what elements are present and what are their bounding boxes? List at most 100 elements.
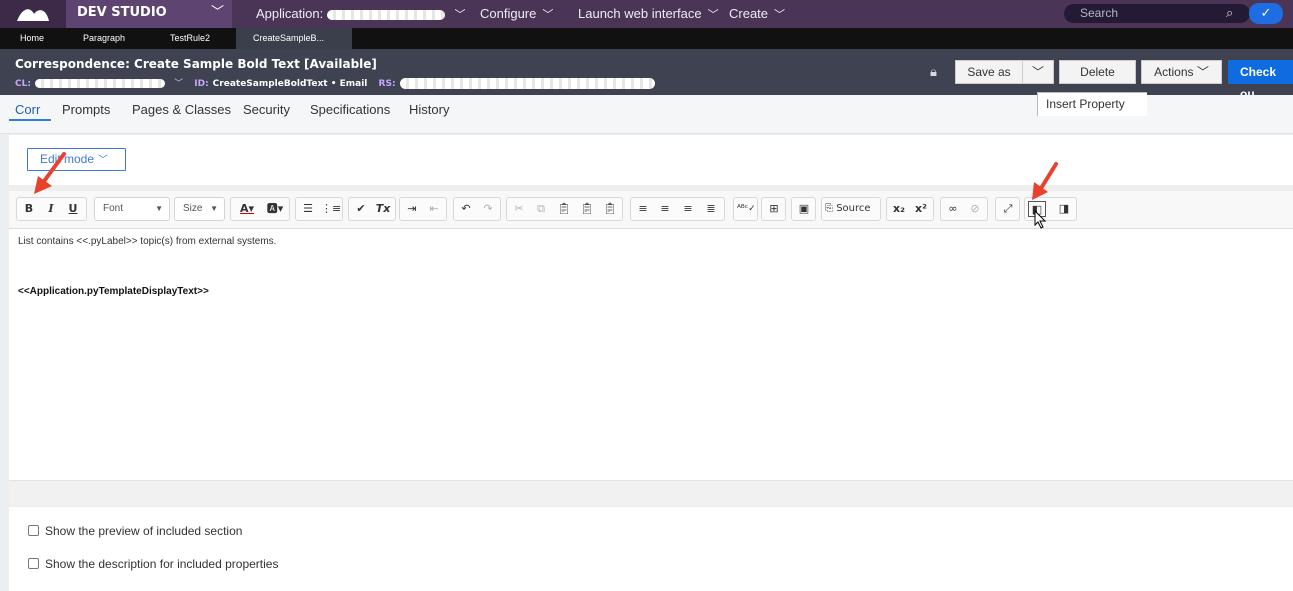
checkbox-box[interactable] xyxy=(28,558,39,569)
chevron-down-icon: ﹀ xyxy=(774,9,786,21)
numbered-list-icon[interactable]: ⋮≡ xyxy=(321,201,341,217)
paste-icon[interactable]: 📋︎ xyxy=(555,201,573,217)
search-placeholder: Search xyxy=(1080,6,1119,20)
actions-label: Actions xyxy=(1154,65,1194,79)
tab-label: Paragraph xyxy=(83,33,126,43)
chevron-down-icon: ﹀ xyxy=(210,5,224,20)
background-color-icon[interactable]: 🅰︎▾ xyxy=(262,201,288,217)
align-right-icon[interactable]: ≡ xyxy=(679,201,697,217)
tab-testrule2[interactable]: TestRule2 xyxy=(150,28,235,49)
maximize-group: ⤢ xyxy=(995,197,1020,221)
table-icon[interactable]: ⊞ xyxy=(765,201,783,217)
clipboard-group: ✂ ⧉ 📋︎ 📋︎ 📋︎ xyxy=(506,197,623,221)
tab-corr[interactable]: Corr xyxy=(15,102,40,117)
pega-logo[interactable] xyxy=(0,0,66,28)
show-preview-checkbox[interactable]: Show the preview of included section xyxy=(28,524,242,538)
editor-footer xyxy=(9,480,1293,506)
delete-button[interactable]: Delete xyxy=(1059,60,1136,84)
subscript-icon[interactable]: x₂ xyxy=(890,201,908,217)
editor-line[interactable]: List contains <<.pyLabel>> topic(s) from… xyxy=(18,236,276,247)
outdent-icon[interactable]: ⇤ xyxy=(425,201,443,217)
color-group: A▾ 🅰︎▾ xyxy=(230,197,290,221)
search-icon[interactable]: ⌕ xyxy=(1226,4,1246,23)
application-menu[interactable]: Application: ﹀ xyxy=(256,0,465,28)
bulleted-list-icon[interactable]: ☰ xyxy=(299,201,317,217)
caret-down-icon: ▼ xyxy=(155,204,163,213)
tab-pages-classes[interactable]: Pages & Classes xyxy=(132,102,231,117)
tab-home[interactable]: Home xyxy=(0,28,72,49)
chevron-down-icon: ﹀ xyxy=(542,9,554,21)
save-as-button[interactable]: Save as xyxy=(955,60,1023,84)
editor-line[interactable]: <<Application.pyTemplateDisplayText>> xyxy=(18,286,209,297)
page-title: Correspondence: Create Sample Bold Text … xyxy=(15,57,377,71)
align-justify-icon[interactable]: ≣ xyxy=(702,201,720,217)
spellcheck-icon[interactable]: ᴬᴮᶜ✓ xyxy=(737,201,756,217)
bold-icon[interactable]: B xyxy=(20,201,38,217)
align-left-icon[interactable]: ≡ xyxy=(634,201,652,217)
check-out-button[interactable]: Check ou xyxy=(1228,60,1293,101)
rich-text-toolbar: B I U Font ▼ Size ▼ A▾ 🅰︎▾ ☰ ⋮≡ ✔ Tx ⇥ ⇤ ↶… xyxy=(9,191,1293,229)
italic-icon[interactable]: I xyxy=(42,201,60,217)
chevron-down-icon[interactable]: ﹀ xyxy=(174,79,183,89)
format-painter-icon[interactable]: ✔ xyxy=(352,201,370,217)
studio-name: DEV STUDIO xyxy=(77,5,167,20)
history-group: ↶ ↷ xyxy=(453,197,501,221)
tab-specifications[interactable]: Specifications xyxy=(310,102,390,117)
align-center-icon[interactable]: ≡ xyxy=(656,201,674,217)
tooltip-label: Insert Property xyxy=(1046,97,1125,111)
link-group: ∞ ⊘ xyxy=(940,197,988,221)
nav-create[interactable]: Create ﹀ xyxy=(729,0,785,28)
remove-format-icon[interactable]: Tx xyxy=(374,201,392,217)
chevron-down-icon: ﹀ xyxy=(1196,65,1209,79)
chevron-down-icon: ﹀ xyxy=(1031,65,1044,79)
nav-launch-web-interface[interactable]: Launch web interface ﹀ xyxy=(578,0,719,28)
show-description-checkbox[interactable]: Show the description for included proper… xyxy=(28,557,278,571)
size-select-label: Size xyxy=(183,203,203,214)
tab-security[interactable]: Security xyxy=(243,102,290,117)
nav-configure[interactable]: Configure ﹀ xyxy=(480,0,553,28)
copy-icon[interactable]: ⧉ xyxy=(532,201,550,217)
save-as-menu-button[interactable]: ﹀ xyxy=(1022,60,1054,84)
indent-icon[interactable]: ⇥ xyxy=(403,201,421,217)
tab-paragraph[interactable]: Paragraph xyxy=(63,28,153,49)
maximize-icon[interactable]: ⤢ xyxy=(999,201,1017,217)
tab-label: TestRule2 xyxy=(170,33,211,43)
delete-label: Delete xyxy=(1080,65,1115,79)
font-select[interactable]: Font ▼ xyxy=(94,197,170,221)
checkbox-box[interactable] xyxy=(28,525,39,536)
tab-label: CreateSampleB... xyxy=(253,33,325,43)
link-icon[interactable]: ∞ xyxy=(944,201,962,217)
size-select[interactable]: Size ▼ xyxy=(174,197,225,221)
tab-prompts[interactable]: Prompts xyxy=(62,102,110,117)
source-button[interactable]: ⎘ Source xyxy=(821,197,881,221)
studio-switcher[interactable]: DEV STUDIO ﹀ xyxy=(66,0,232,28)
paste-word-icon[interactable]: 📋︎ xyxy=(601,201,619,217)
unlink-icon[interactable]: ⊘ xyxy=(966,201,984,217)
rs-key: RS: xyxy=(378,79,396,89)
image-icon[interactable]: ▣ xyxy=(795,201,813,217)
cut-icon[interactable]: ✂ xyxy=(510,201,528,217)
insert-property-tooltip: Insert Property xyxy=(1037,92,1147,116)
paste-text-icon[interactable]: 📋︎ xyxy=(578,201,596,217)
check-icon[interactable]: ✓ xyxy=(1249,3,1283,24)
list-group: ☰ ⋮≡ xyxy=(295,197,343,221)
editor-panel: Edit mode ﹀ B I U Font ▼ Size ▼ A▾ 🅰︎▾ ☰ ⋮≡… xyxy=(9,135,1293,506)
superscript-icon[interactable]: x² xyxy=(912,201,930,217)
undo-icon[interactable]: ↶ xyxy=(457,201,475,217)
underline-icon[interactable]: U xyxy=(64,201,82,217)
format-group: ✔ Tx xyxy=(348,197,396,221)
source-icon: ⎘ Source xyxy=(825,203,871,214)
caret-down-icon: ▼ xyxy=(210,204,218,213)
text-style-group: B I U xyxy=(16,197,87,221)
redacted-class xyxy=(34,79,165,88)
tab-label: Home xyxy=(20,33,45,43)
actions-button[interactable]: Actions ﹀ xyxy=(1141,60,1222,84)
table-group: ⊞ xyxy=(761,197,786,221)
id-value: CreateSampleBoldText • Email xyxy=(212,79,368,89)
text-color-icon[interactable]: A▾ xyxy=(234,201,260,217)
tab-createsampleb[interactable]: CreateSampleB... xyxy=(236,28,352,49)
search-input[interactable]: Search xyxy=(1064,4,1250,23)
record-tab-bar: Home Paragraph TestRule2 CreateSampleB..… xyxy=(0,28,1293,49)
redo-icon[interactable]: ↷ xyxy=(479,201,497,217)
tab-history[interactable]: History xyxy=(409,102,449,117)
